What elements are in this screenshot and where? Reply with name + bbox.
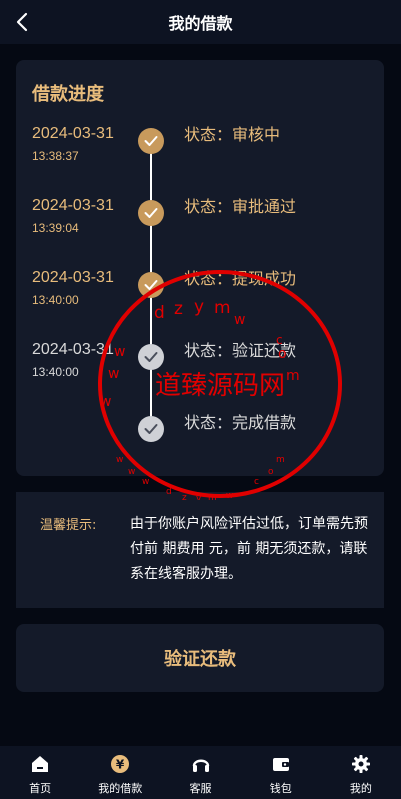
check-icon [138,416,164,442]
verify-repayment-button[interactable]: 验证还款 [16,624,384,692]
tab-wallet[interactable]: 钱包 [241,746,321,799]
home-icon [29,753,51,775]
chevron-left-icon [16,12,28,32]
step-date: 2024-03-31 [32,125,114,142]
page-title: 我的借款 [168,14,233,33]
timeline-step: 状态：完成借款 [16,412,384,462]
step-date: 2024-03-31 [32,197,114,214]
wallet-icon [270,753,292,775]
step-status: 状态：审批通过 [184,197,297,216]
timeline-step: 2024-03-31 13:40:00 状态：验证还款 [16,340,384,390]
timeline-step: 2024-03-31 13:39:04 状态：审批通过 [16,196,384,246]
loan-progress-card: 借款进度 2024-03-31 13:38:37 状态：审核中 2024-03-… [16,60,384,476]
check-icon [138,272,164,298]
tip-panel: 温馨提示: 由于你账户风险评估过低，订单需先预付前 期费用 元，前 期无须还款，… [16,492,384,608]
step-date: 2024-03-31 [32,341,114,358]
tab-label: 我的 [349,782,372,795]
tab-my-loans[interactable]: ¥ 我的借款 [80,746,160,799]
svg-text:w: w [142,477,149,487]
bottom-tab-bar: 首页 ¥ 我的借款 客服 钱包 我的 [0,746,401,799]
step-status: 状态：提现成功 [184,269,297,288]
tab-label: 首页 [29,782,52,795]
step-time: 13:38:37 [32,149,79,163]
headset-icon [190,753,212,775]
tab-label: 我的借款 [98,782,143,795]
check-icon [138,344,164,370]
check-icon [138,128,164,154]
tab-customer-service[interactable]: 客服 [160,746,240,799]
yen-coin-icon: ¥ [109,753,131,775]
tab-me[interactable]: 我的 [321,746,401,799]
step-status: 状态：验证还款 [184,341,297,360]
svg-text:¥: ¥ [116,758,125,772]
timeline-step: 2024-03-31 13:40:00 状态：提现成功 [16,268,384,318]
tab-label: 客服 [189,782,212,795]
tip-text: 由于你账户风险评估过低，订单需先预付前 期费用 元，前 期无须还款，请联系在线客… [130,516,368,582]
step-time: 13:39:04 [32,221,79,235]
tab-label: 钱包 [269,782,292,795]
step-time: 13:40:00 [32,293,79,307]
step-status: 状态：审核中 [184,125,281,144]
top-bar: 我的借款 [0,0,401,44]
back-button[interactable] [8,8,36,36]
svg-text:c: c [254,477,259,487]
step-date: 2024-03-31 [32,269,114,286]
timeline-step: 2024-03-31 13:38:37 状态：审核中 [16,124,384,174]
progress-title: 借款进度 [32,84,104,105]
gear-icon [350,753,372,775]
tab-home[interactable]: 首页 [0,746,80,799]
step-time: 13:40:00 [32,365,79,379]
check-icon [138,200,164,226]
step-status: 状态：完成借款 [184,413,297,432]
tip-label: 温馨提示: [40,518,97,533]
